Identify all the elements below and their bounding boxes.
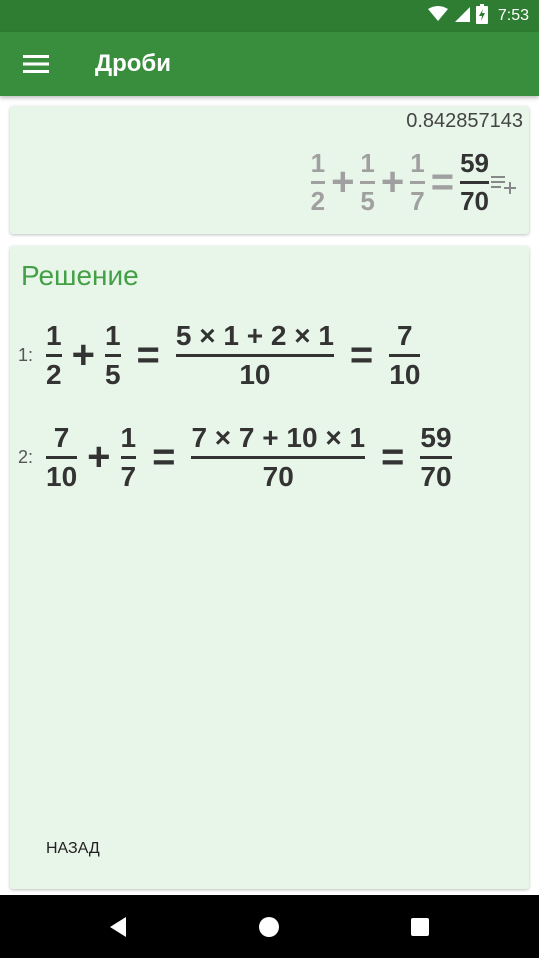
fraction-mid: 5 × 1 + 2 × 1 10 <box>175 320 334 391</box>
fraction-bar <box>410 181 425 184</box>
denominator: 70 <box>262 461 294 492</box>
battery-icon <box>475 3 488 29</box>
status-icons: 7:53 <box>427 0 529 32</box>
menu-button[interactable] <box>18 46 54 82</box>
fraction-b: 1 7 <box>120 422 137 493</box>
fraction-bar <box>460 181 489 184</box>
plus-sign: + <box>331 160 355 204</box>
signal-icon <box>454 6 470 27</box>
result-expression: 1 2 + 1 5 + 1 7 = 59 70 <box>310 148 489 217</box>
nav-home-button[interactable] <box>253 911 285 943</box>
result-card: 0.842857143 1 2 + 1 5 + 1 7 = 59 70 <box>10 106 529 234</box>
app-title: Дроби <box>95 50 171 77</box>
denominator: 70 <box>460 186 489 216</box>
wifi-icon <box>427 5 448 27</box>
navigation-bar <box>0 895 539 958</box>
nav-back-icon <box>110 917 126 937</box>
fraction-bar <box>104 354 121 357</box>
denominator: 5 <box>104 359 121 390</box>
fraction-bar <box>175 354 334 357</box>
status-bar: 7:53 <box>0 0 539 32</box>
equals-sign: = <box>136 333 160 377</box>
fraction-term: 1 5 <box>360 148 375 217</box>
equals-sign: = <box>152 435 176 479</box>
numerator: 7 <box>53 422 70 453</box>
status-time: 7:53 <box>497 7 529 24</box>
fraction-bar <box>420 456 452 459</box>
back-button[interactable]: НАЗАД <box>46 834 100 864</box>
fraction-result: 7 10 <box>389 320 421 391</box>
numerator: 59 <box>460 148 489 178</box>
equals-sign: = <box>381 435 405 479</box>
denominator: 10 <box>46 461 78 492</box>
fraction-result: 59 70 <box>420 422 452 493</box>
denominator: 2 <box>46 359 62 390</box>
add-to-history-button[interactable] <box>491 172 519 196</box>
fraction-term: 1 2 <box>310 148 326 217</box>
step-number: 1: <box>18 345 34 365</box>
denominator: 10 <box>389 359 421 390</box>
fraction-term: 1 7 <box>410 148 425 217</box>
numerator: 7 × 7 + 10 × 1 <box>191 422 366 453</box>
add-to-history-icon <box>491 176 516 194</box>
numerator: 5 × 1 + 2 × 1 <box>175 320 334 351</box>
solution-card: Решение 1: 1 2 + 1 5 = 5 × 1 + 2 × 1 10 … <box>10 246 529 889</box>
fraction-bar <box>46 456 78 459</box>
fraction-mid: 7 × 7 + 10 × 1 70 <box>191 422 366 493</box>
menu-icon <box>23 55 49 73</box>
plus-sign: + <box>380 160 405 204</box>
numerator: 1 <box>120 422 137 453</box>
fraction-bar <box>389 354 421 357</box>
step-number: 2: <box>18 447 34 467</box>
solution-step: 2: 7 10 + 1 7 = 7 × 7 + 10 × 1 70 = 59 7… <box>18 422 452 493</box>
denominator: 2 <box>310 186 326 216</box>
app-bar: Дроби <box>0 32 539 96</box>
denominator: 7 <box>410 186 425 216</box>
fraction-bar <box>310 181 326 184</box>
numerator: 1 <box>46 320 62 351</box>
equals-sign: = <box>430 160 455 204</box>
plus-sign: + <box>87 435 111 479</box>
fraction-bar <box>191 456 366 459</box>
numerator: 1 <box>310 148 326 178</box>
fraction-bar <box>46 354 62 357</box>
nav-home-icon <box>259 917 279 937</box>
nav-recents-button[interactable] <box>404 911 436 943</box>
fraction-a: 1 2 <box>46 320 62 391</box>
plus-sign: + <box>71 333 95 377</box>
fraction-bar <box>120 456 137 459</box>
equals-sign: = <box>349 333 374 377</box>
fraction-bar <box>360 181 375 184</box>
fraction-b: 1 5 <box>104 320 121 391</box>
numerator: 1 <box>410 148 425 178</box>
solution-step: 1: 1 2 + 1 5 = 5 × 1 + 2 × 1 10 = 7 10 <box>18 320 421 391</box>
denominator: 10 <box>239 359 271 390</box>
denominator: 70 <box>420 461 452 492</box>
nav-recents-icon <box>411 918 429 936</box>
numerator: 59 <box>420 422 452 453</box>
answer-fraction: 59 70 <box>460 148 489 217</box>
denominator: 5 <box>360 186 375 216</box>
fraction-a: 7 10 <box>46 422 78 493</box>
numerator: 7 <box>397 320 413 351</box>
decimal-result: 0.842857143 <box>406 110 523 132</box>
numerator: 1 <box>104 320 121 351</box>
nav-back-button[interactable] <box>102 911 134 943</box>
numerator: 1 <box>360 148 375 178</box>
solution-title: Решение <box>21 260 139 291</box>
denominator: 7 <box>120 461 137 492</box>
